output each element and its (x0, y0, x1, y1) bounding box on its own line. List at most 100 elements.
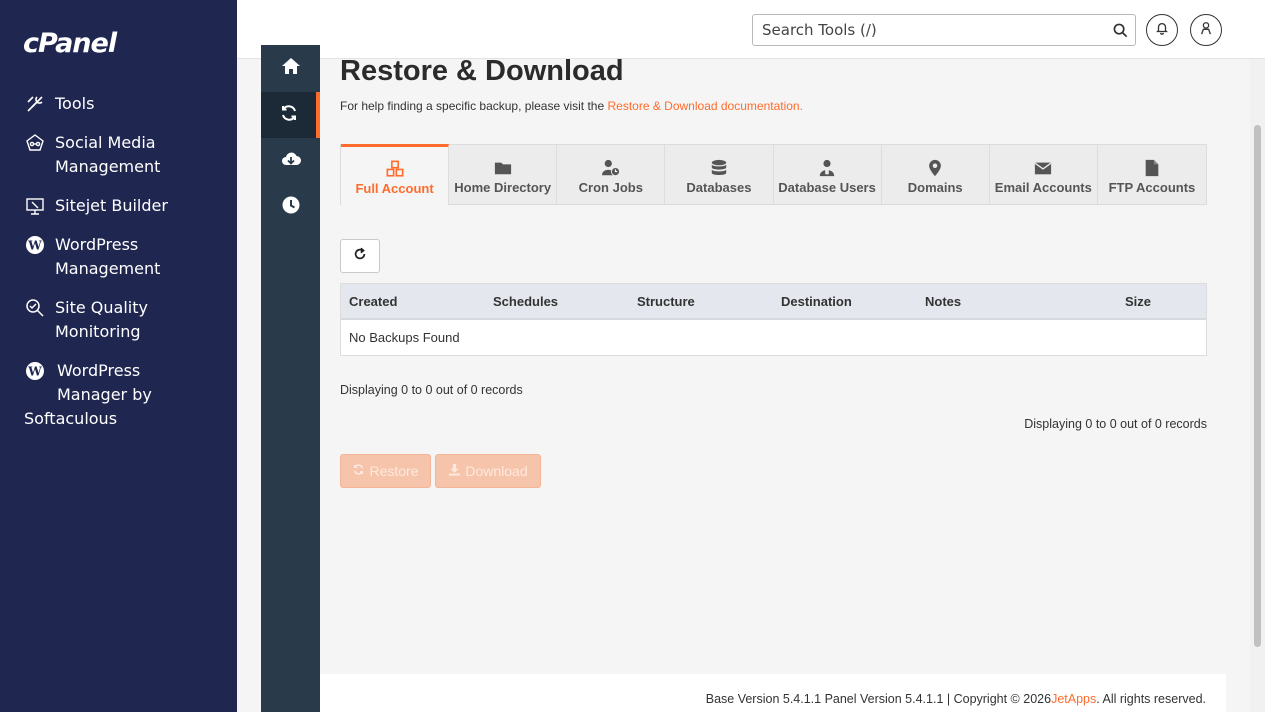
sidebar-item-label: Management (55, 259, 161, 278)
tab-label: Cron Jobs (578, 180, 643, 195)
rail-download[interactable] (261, 138, 320, 184)
column-header[interactable]: Schedules (485, 294, 629, 309)
jetapps-link[interactable]: JetApps (1051, 692, 1096, 706)
cloud-download-icon (281, 149, 301, 174)
records-count: Displaying 0 to 0 out of 0 records (340, 383, 523, 397)
user-icon (1199, 21, 1213, 40)
tab-label: Domains (907, 180, 963, 195)
table-header: Created Schedules Structure Destination … (341, 284, 1206, 320)
bell-icon (1155, 21, 1169, 40)
cron-user-icon (601, 157, 620, 179)
refresh-icon (353, 247, 367, 266)
restore-icon (352, 463, 365, 479)
column-header[interactable]: Structure (629, 294, 773, 309)
sidebar-item-label: Softaculous (24, 409, 118, 428)
tab-label: Home Directory (454, 180, 552, 195)
column-header[interactable]: Size (1117, 294, 1206, 309)
sidebar-item-tools[interactable]: Tools (0, 92, 237, 116)
search-input[interactable] (753, 15, 1105, 45)
svg-text:W: W (27, 365, 42, 379)
sidebar-item-label: Management (55, 157, 161, 176)
page-footer: Base Version 5.4.1.1 Panel Version 5.4.1… (320, 674, 1226, 712)
column-header[interactable]: Created (341, 294, 485, 309)
restore-icon (279, 103, 299, 128)
search-box (752, 14, 1136, 46)
help-text: For help finding a specific backup, plea… (340, 99, 803, 113)
sidebar-item-label: Site Quality (55, 298, 148, 317)
download-icon (448, 463, 461, 479)
svg-text:W: W (27, 239, 42, 253)
backup-type-tabs: Full Account Home Directory Cron Jobs Da… (340, 144, 1207, 205)
rail-schedule[interactable] (261, 184, 320, 230)
clock-icon (281, 195, 301, 220)
db-user-icon (818, 157, 836, 179)
sidebar-item-label: Monitoring (55, 322, 141, 341)
tab-label: FTP Accounts (1108, 180, 1196, 195)
help-prefix: For help finding a specific backup, plea… (340, 99, 608, 113)
top-header (237, 0, 1265, 59)
backups-table: Created Schedules Structure Destination … (340, 283, 1207, 356)
sidebar-item-wordpress-softaculous[interactable]: W WordPress Manager by Softaculous (0, 359, 237, 431)
plugin-rail (261, 45, 320, 712)
scrollbar-thumb[interactable] (1254, 125, 1261, 647)
cpanel-logo[interactable]: cPanel (23, 28, 117, 59)
column-header[interactable]: Notes (917, 294, 1117, 309)
tab-home-directory[interactable]: Home Directory (449, 145, 558, 204)
home-icon (281, 56, 301, 81)
tab-ftp-accounts[interactable]: FTP Accounts (1097, 145, 1206, 204)
sidebar-item-label: Manager by (57, 385, 152, 404)
cubes-icon (386, 158, 404, 180)
database-icon (710, 157, 728, 179)
sidebar-item-label: Social Media (55, 133, 156, 152)
download-label: Download (465, 463, 528, 479)
wordpress-icon: W (24, 233, 46, 257)
user-menu-button[interactable] (1190, 14, 1222, 46)
tab-cron-jobs[interactable]: Cron Jobs (557, 145, 666, 204)
social-media-icon (24, 131, 46, 155)
notifications-button[interactable] (1146, 14, 1178, 46)
tab-domains[interactable]: Domains (881, 145, 990, 204)
sidebar-item-label: Sitejet Builder (55, 196, 168, 215)
sidebar-item-wordpress-management[interactable]: W WordPress Management (0, 233, 237, 281)
sidebar-item-label: WordPress (55, 235, 139, 254)
records-count: Displaying 0 to 0 out of 0 records (1024, 417, 1207, 431)
search-icon[interactable] (1105, 23, 1135, 38)
tab-label: Database Users (778, 180, 876, 195)
download-button[interactable]: Download (435, 454, 541, 488)
file-icon (1143, 157, 1161, 179)
main-content: Restore & Download For help finding a sp… (320, 55, 1250, 674)
scrollbar[interactable] (1250, 59, 1265, 712)
page-title: Restore & Download (340, 55, 624, 87)
tab-label: Email Accounts (994, 180, 1092, 195)
restore-button[interactable]: Restore (340, 454, 431, 488)
wordpress-icon: W (24, 359, 46, 383)
tab-label: Databases (686, 180, 752, 195)
sidebar-nav: Tools Social Media Management Sitejet Bui… (0, 92, 237, 446)
restore-label: Restore (369, 463, 419, 479)
tab-database-users[interactable]: Database Users (773, 145, 882, 204)
documentation-link[interactable]: Restore & Download documentation. (607, 99, 802, 113)
sidebar-item-label: WordPress (57, 361, 141, 380)
sidebar-item-label: Tools (55, 94, 95, 113)
footer-version: Base Version 5.4.1.1 Panel Version 5.4.1… (705, 692, 1052, 706)
rail-restore[interactable] (261, 92, 320, 138)
column-header[interactable]: Destination (773, 294, 917, 309)
sidebar-item-site-quality[interactable]: Site Quality Monitoring (0, 296, 237, 344)
rail-home[interactable] (261, 45, 320, 91)
tab-email-accounts[interactable]: Email Accounts (989, 145, 1098, 204)
main-sidebar: cPanel Tools Social Media Management Site… (0, 0, 237, 712)
envelope-icon (1034, 157, 1052, 179)
refresh-button[interactable] (340, 239, 380, 273)
folder-icon (494, 157, 512, 179)
sidebar-item-sitejet[interactable]: Sitejet Builder (0, 194, 237, 218)
site-quality-icon (24, 296, 46, 320)
tab-full-account[interactable]: Full Account (341, 144, 450, 205)
map-marker-icon (926, 157, 944, 179)
footer-rights: . All rights reserved. (1096, 692, 1206, 706)
tools-icon (24, 92, 46, 116)
tab-databases[interactable]: Databases (665, 145, 774, 204)
sitejet-icon (24, 194, 46, 218)
empty-row: No Backups Found (341, 320, 1206, 355)
sidebar-item-social-media[interactable]: Social Media Management (0, 131, 237, 179)
tab-label: Full Account (355, 181, 434, 196)
